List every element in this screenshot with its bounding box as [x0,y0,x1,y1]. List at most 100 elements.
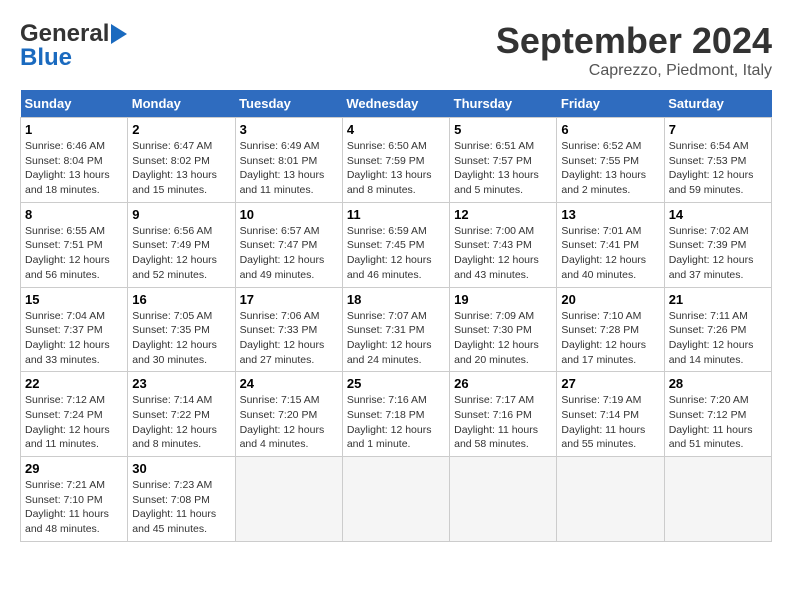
day-number: 19 [454,292,552,307]
cell-info: Sunrise: 7:15 AMSunset: 7:20 PMDaylight:… [240,393,338,452]
title-block: September 2024 Caprezzo, Piedmont, Italy [496,20,772,80]
cell-info: Sunrise: 7:04 AMSunset: 7:37 PMDaylight:… [25,309,123,368]
calendar-cell: 23 Sunrise: 7:14 AMSunset: 7:22 PMDayligh… [128,372,235,457]
day-number: 1 [25,122,123,137]
cell-info: Sunrise: 7:17 AMSunset: 7:16 PMDaylight:… [454,393,552,452]
cell-info: Sunrise: 6:51 AMSunset: 7:57 PMDaylight:… [454,139,552,198]
cell-info: Sunrise: 6:52 AMSunset: 7:55 PMDaylight:… [561,139,659,198]
calendar-cell: 17 Sunrise: 7:06 AMSunset: 7:33 PMDayligh… [235,287,342,372]
calendar-cell: 8Sunrise: 6:55 AMSunset: 7:51 PMDaylight… [21,202,128,287]
calendar-cell: 26 Sunrise: 7:17 AMSunset: 7:16 PMDayligh… [450,372,557,457]
day-number: 2 [132,122,230,137]
calendar-cell: 3Sunrise: 6:49 AMSunset: 8:01 PMDaylight… [235,118,342,203]
calendar-cell [235,457,342,542]
cell-info: Sunrise: 7:05 AMSunset: 7:35 PMDaylight:… [132,309,230,368]
calendar-week-row: 8Sunrise: 6:55 AMSunset: 7:51 PMDaylight… [21,202,772,287]
cell-info: Sunrise: 7:10 AMSunset: 7:28 PMDaylight:… [561,309,659,368]
calendar-cell [342,457,449,542]
calendar-cell [557,457,664,542]
weekday-header-saturday: Saturday [664,90,771,118]
day-number: 10 [240,207,338,222]
cell-info: Sunrise: 6:57 AMSunset: 7:47 PMDaylight:… [240,224,338,283]
weekday-header-monday: Monday [128,90,235,118]
weekday-header-tuesday: Tuesday [235,90,342,118]
cell-info: Sunrise: 7:21 AMSunset: 7:10 PMDaylight:… [25,478,123,537]
cell-info: Sunrise: 7:00 AMSunset: 7:43 PMDaylight:… [454,224,552,283]
calendar-cell: 19 Sunrise: 7:09 AMSunset: 7:30 PMDayligh… [450,287,557,372]
calendar-cell: 14 Sunrise: 7:02 AMSunset: 7:39 PMDayligh… [664,202,771,287]
day-number: 15 [25,292,123,307]
calendar-cell: 7Sunrise: 6:54 AMSunset: 7:53 PMDaylight… [664,118,771,203]
calendar-cell: 1 Sunrise: 6:46 AMSunset: 8:04 PMDaylight… [21,118,128,203]
day-number: 4 [347,122,445,137]
calendar-week-row: 29 Sunrise: 7:21 AMSunset: 7:10 PMDayligh… [21,457,772,542]
cell-info: Sunrise: 7:23 AMSunset: 7:08 PMDaylight:… [132,478,230,537]
cell-info: Sunrise: 7:12 AMSunset: 7:24 PMDaylight:… [25,393,123,452]
calendar-cell: 29 Sunrise: 7:21 AMSunset: 7:10 PMDayligh… [21,457,128,542]
day-number: 18 [347,292,445,307]
cell-info: Sunrise: 6:50 AMSunset: 7:59 PMDaylight:… [347,139,445,198]
cell-info: Sunrise: 7:16 AMSunset: 7:18 PMDaylight:… [347,393,445,452]
cell-info: Sunrise: 7:14 AMSunset: 7:22 PMDaylight:… [132,393,230,452]
day-number: 17 [240,292,338,307]
cell-info: Sunrise: 7:02 AMSunset: 7:39 PMDaylight:… [669,224,767,283]
day-number: 8 [25,207,123,222]
calendar-cell: 5 Sunrise: 6:51 AMSunset: 7:57 PMDaylight… [450,118,557,203]
day-number: 22 [25,376,123,391]
calendar-cell: 4 Sunrise: 6:50 AMSunset: 7:59 PMDaylight… [342,118,449,203]
day-number: 27 [561,376,659,391]
weekday-header-wednesday: Wednesday [342,90,449,118]
day-number: 24 [240,376,338,391]
calendar-cell: 27Sunrise: 7:19 AMSunset: 7:14 PMDayligh… [557,372,664,457]
calendar-cell: 30 Sunrise: 7:23 AMSunset: 7:08 PMDayligh… [128,457,235,542]
cell-info: Sunrise: 6:47 AMSunset: 8:02 PMDaylight:… [132,139,230,198]
location: Caprezzo, Piedmont, Italy [496,62,772,80]
calendar-cell: 25 Sunrise: 7:16 AMSunset: 7:18 PMDayligh… [342,372,449,457]
cell-info: Sunrise: 6:56 AMSunset: 7:49 PMDaylight:… [132,224,230,283]
cell-info: Sunrise: 7:06 AMSunset: 7:33 PMDaylight:… [240,309,338,368]
day-number: 30 [132,461,230,476]
page-header: General Blue September 2024 Caprezzo, Pi… [20,20,772,80]
cell-info: Sunrise: 7:07 AMSunset: 7:31 PMDaylight:… [347,309,445,368]
day-number: 13 [561,207,659,222]
day-number: 9 [132,207,230,222]
day-number: 12 [454,207,552,222]
calendar-cell: 11 Sunrise: 6:59 AMSunset: 7:45 PMDayligh… [342,202,449,287]
calendar-week-row: 22 Sunrise: 7:12 AMSunset: 7:24 PMDayligh… [21,372,772,457]
calendar-cell: 2 Sunrise: 6:47 AMSunset: 8:02 PMDaylight… [128,118,235,203]
weekday-header-friday: Friday [557,90,664,118]
cell-info: Sunrise: 6:49 AMSunset: 8:01 PMDaylight:… [240,139,338,198]
calendar-cell: 12 Sunrise: 7:00 AMSunset: 7:43 PMDayligh… [450,202,557,287]
day-number: 25 [347,376,445,391]
calendar-cell: 15 Sunrise: 7:04 AMSunset: 7:37 PMDayligh… [21,287,128,372]
day-number: 6 [561,122,659,137]
day-number: 16 [132,292,230,307]
calendar-cell [664,457,771,542]
cell-info: Sunrise: 6:46 AMSunset: 8:04 PMDaylight:… [25,139,123,198]
calendar-cell: 6 Sunrise: 6:52 AMSunset: 7:55 PMDaylight… [557,118,664,203]
day-number: 23 [132,376,230,391]
calendar-cell: 13 Sunrise: 7:01 AMSunset: 7:41 PMDayligh… [557,202,664,287]
calendar-cell: 28Sunrise: 7:20 AMSunset: 7:12 PMDayligh… [664,372,771,457]
day-number: 26 [454,376,552,391]
cell-info: Sunrise: 7:09 AMSunset: 7:30 PMDaylight:… [454,309,552,368]
day-number: 21 [669,292,767,307]
month-title: September 2024 [496,20,772,62]
day-number: 11 [347,207,445,222]
cell-info: Sunrise: 7:01 AMSunset: 7:41 PMDaylight:… [561,224,659,283]
cell-info: Sunrise: 6:54 AMSunset: 7:53 PMDaylight:… [669,139,767,198]
calendar-week-row: 15 Sunrise: 7:04 AMSunset: 7:37 PMDayligh… [21,287,772,372]
day-number: 5 [454,122,552,137]
calendar-cell: 22 Sunrise: 7:12 AMSunset: 7:24 PMDayligh… [21,372,128,457]
day-number: 29 [25,461,123,476]
calendar-cell [450,457,557,542]
calendar-cell: 21 Sunrise: 7:11 AMSunset: 7:26 PMDayligh… [664,287,771,372]
calendar-week-row: 1 Sunrise: 6:46 AMSunset: 8:04 PMDaylight… [21,118,772,203]
day-number: 20 [561,292,659,307]
calendar-cell: 10 Sunrise: 6:57 AMSunset: 7:47 PMDayligh… [235,202,342,287]
cell-info: Sunrise: 7:11 AMSunset: 7:26 PMDaylight:… [669,309,767,368]
day-number: 14 [669,207,767,222]
calendar-cell: 9 Sunrise: 6:56 AMSunset: 7:49 PMDaylight… [128,202,235,287]
day-number: 28 [669,376,767,391]
cell-info: Sunrise: 6:59 AMSunset: 7:45 PMDaylight:… [347,224,445,283]
